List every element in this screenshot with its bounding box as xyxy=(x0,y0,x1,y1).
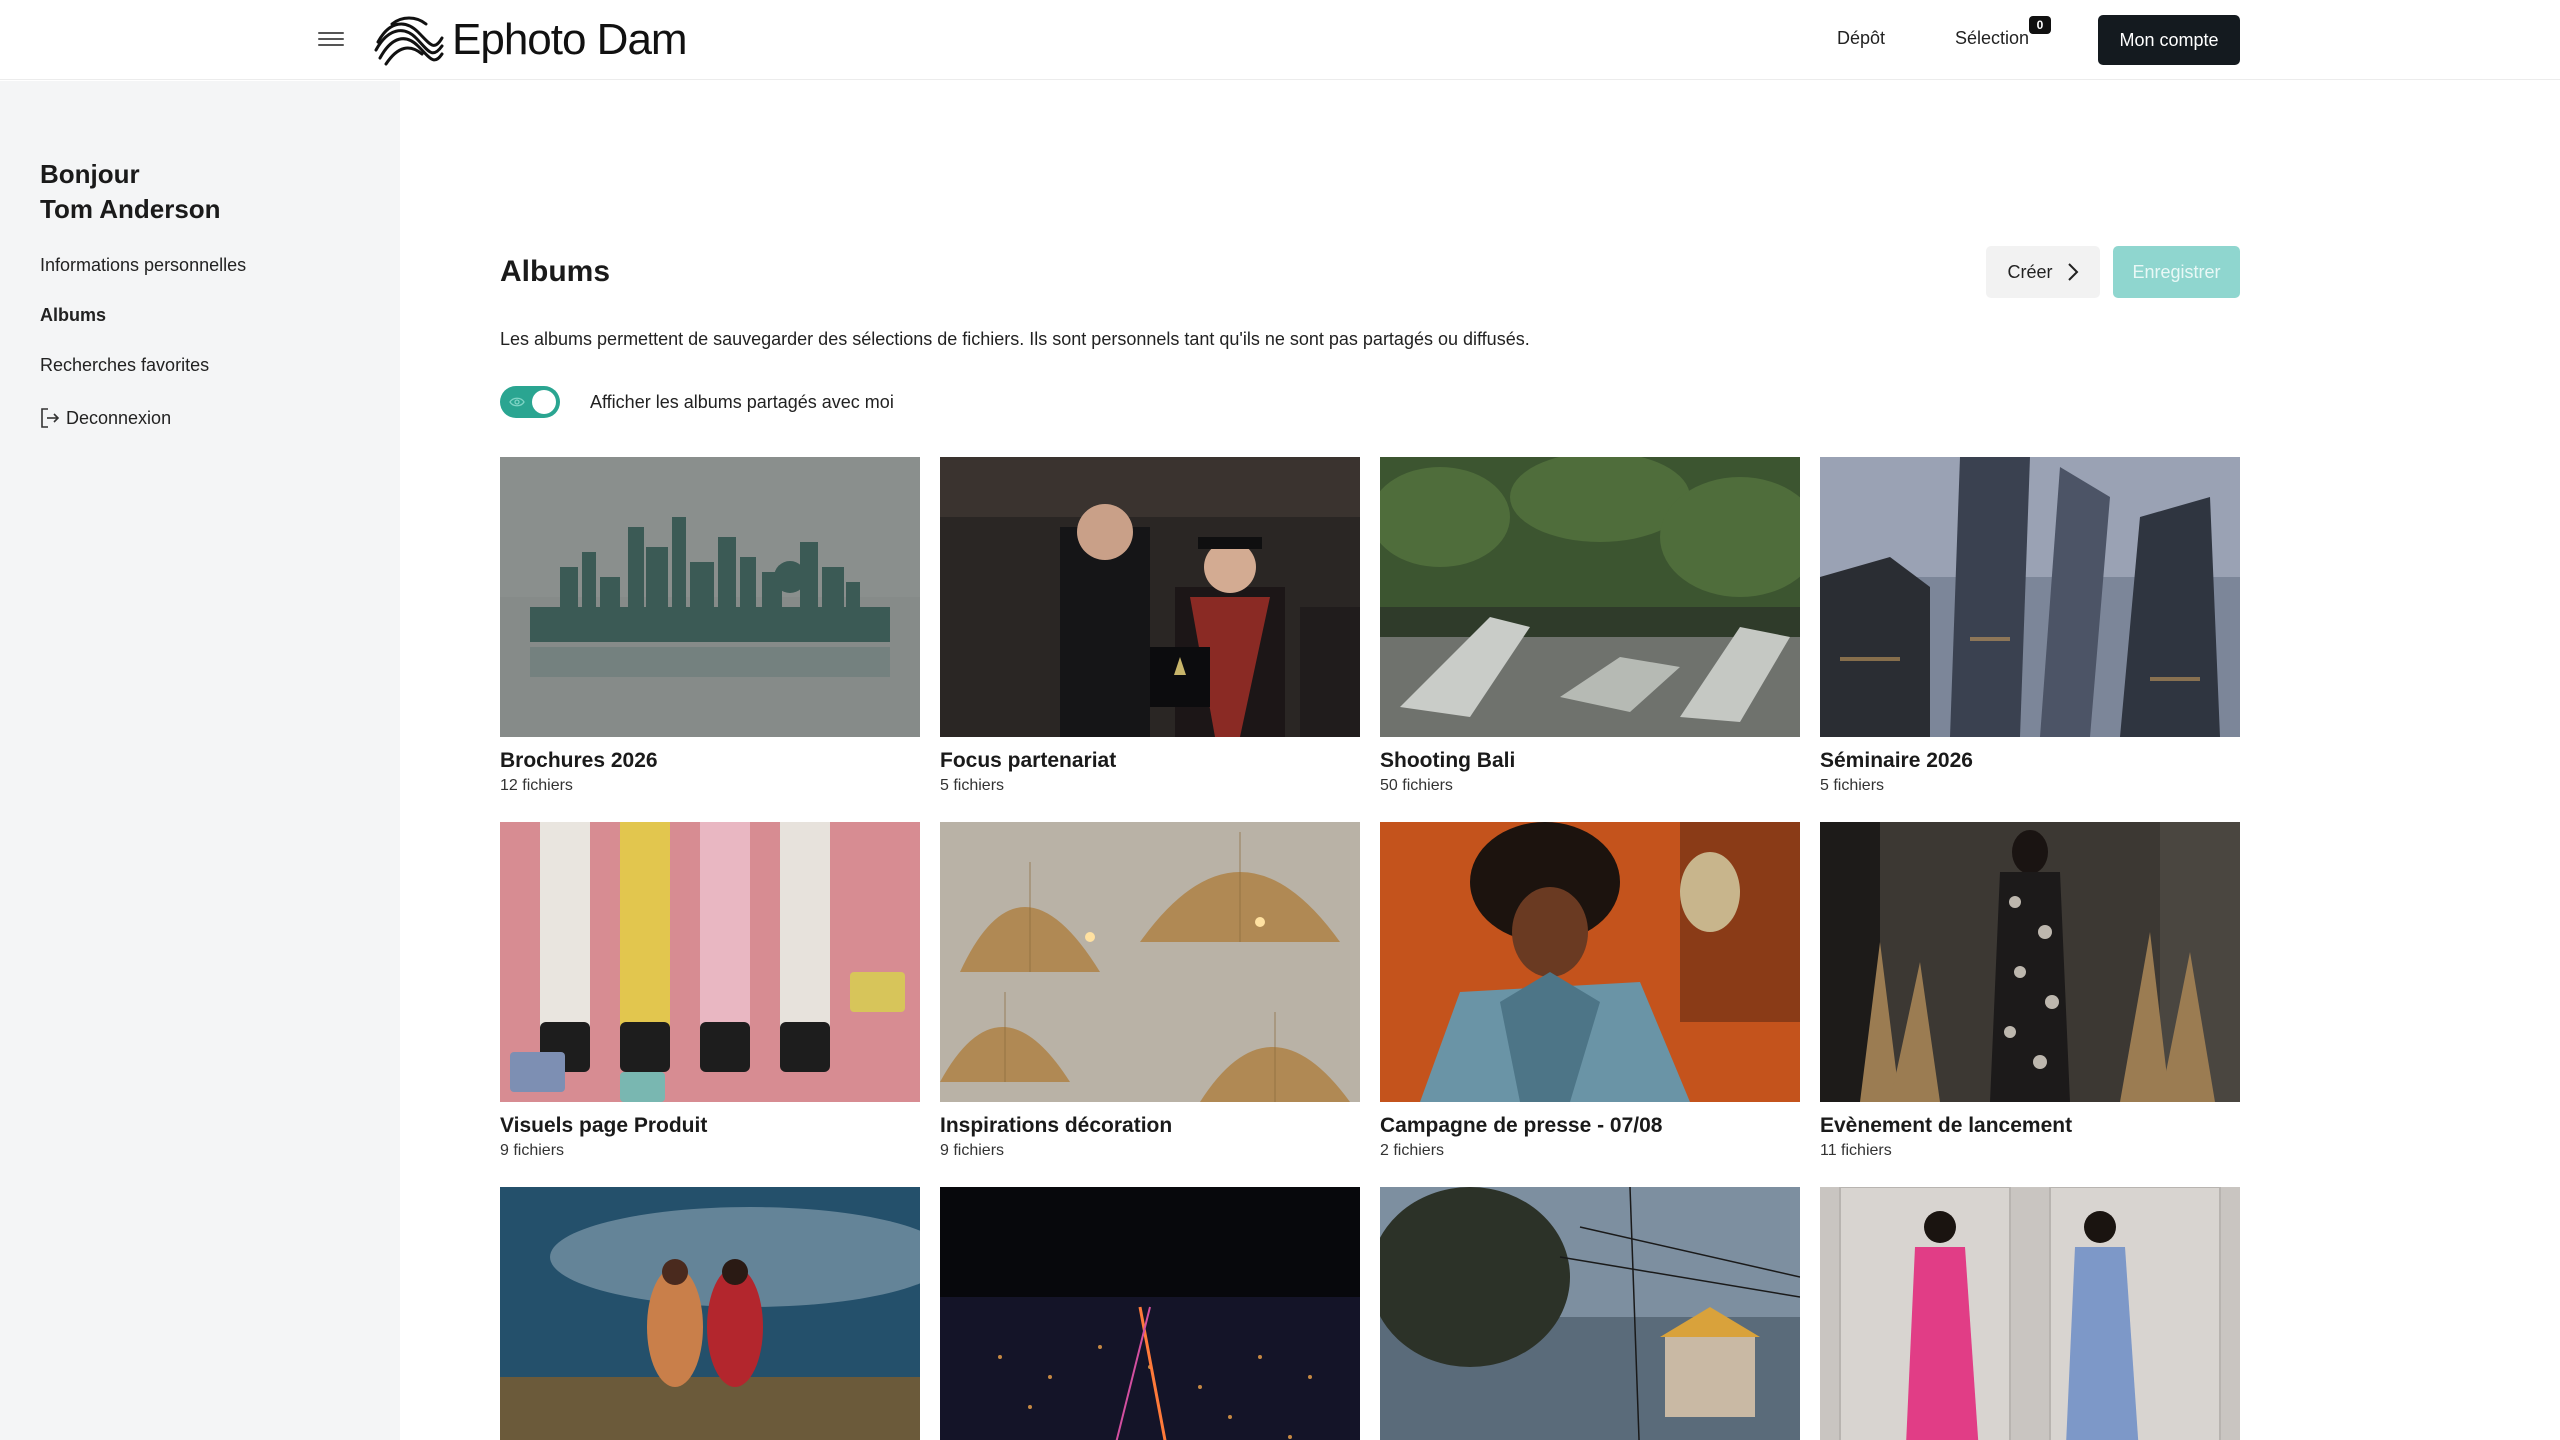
album-file-count: 12 fichiers xyxy=(500,777,573,794)
album-file-count: 5 fichiers xyxy=(1820,777,1885,794)
greeting-user-name: Tom Anderson xyxy=(40,194,221,224)
save-button[interactable]: Enregistrer xyxy=(2113,246,2240,298)
account-sidebar: Bonjour Tom Anderson Informations person… xyxy=(0,81,400,1440)
page-title: Albums xyxy=(500,255,611,288)
album-name: Brochures 2026 xyxy=(500,749,658,772)
shared-albums-toggle[interactable] xyxy=(500,386,560,418)
album-thumbnail xyxy=(500,457,920,737)
nav-depot[interactable]: Dépôt xyxy=(1837,28,1885,49)
logo-mark-icon xyxy=(374,16,444,66)
sidebar-item-albums[interactable]: Albums xyxy=(40,305,106,326)
album-name: Focus partenariat xyxy=(940,749,1117,772)
album-file-count: 2 fichiers xyxy=(1380,1142,1445,1159)
album-thumbnail xyxy=(1380,822,1800,1102)
shared-albums-toggle-label: Afficher les albums partagés avec moi xyxy=(590,392,894,412)
album-thumbnail xyxy=(1820,822,2240,1102)
album-file-count: 9 fichiers xyxy=(940,1142,1005,1159)
brand-name: Ephoto Dam xyxy=(452,15,688,64)
sidebar-item-logout[interactable]: Deconnexion xyxy=(40,407,171,429)
sidebar-item-personal-info[interactable]: Informations personnelles xyxy=(40,255,246,276)
album-card[interactable]: Evènement de lancement 11 fichiers xyxy=(1820,822,2240,1160)
album-card[interactable] xyxy=(1820,1187,2240,1440)
album-card[interactable] xyxy=(1380,1187,1800,1440)
eye-icon xyxy=(509,397,525,407)
greeting: Bonjour Tom Anderson xyxy=(40,157,221,227)
toggle-knob xyxy=(532,390,556,414)
album-card[interactable] xyxy=(940,1187,1360,1440)
account-button[interactable]: Mon compte xyxy=(2098,15,2240,65)
album-name: Séminaire 2026 xyxy=(1820,749,1973,772)
album-name: Shooting Bali xyxy=(1380,749,1516,772)
album-thumbnail xyxy=(940,457,1360,737)
album-thumbnail xyxy=(940,822,1360,1102)
album-card[interactable]: Visuels page Produit 9 fichiers xyxy=(500,822,920,1160)
album-name: Visuels page Produit xyxy=(500,1114,708,1137)
chevron-right-icon xyxy=(2067,263,2078,281)
nav-selection[interactable]: Sélection xyxy=(1955,28,2029,49)
sidebar-item-favorite-searches[interactable]: Recherches favorites xyxy=(40,355,209,376)
album-card[interactable]: Campagne de presse - 07/08 2 fichiers xyxy=(1380,822,1800,1160)
album-thumbnail xyxy=(500,1187,920,1440)
album-name: Evènement de lancement xyxy=(1820,1114,2073,1137)
album-card[interactable]: Brochures 2026 12 fichiers xyxy=(500,457,920,795)
album-card[interactable]: Inspirations décoration 9 fichiers xyxy=(940,822,1360,1160)
album-thumbnail xyxy=(500,822,920,1102)
album-card[interactable]: Focus partenariat 5 fichiers xyxy=(940,457,1360,795)
album-file-count: 9 fichiers xyxy=(500,1142,565,1159)
selection-count-badge: 0 xyxy=(2029,16,2051,34)
album-file-count: 5 fichiers xyxy=(940,777,1005,794)
album-name: Inspirations décoration xyxy=(940,1114,1173,1137)
album-card[interactable]: Séminaire 2026 5 fichiers xyxy=(1820,457,2240,795)
album-file-count: 50 fichiers xyxy=(1380,777,1453,794)
album-thumbnail xyxy=(1820,1187,2240,1440)
greeting-line-hello: Bonjour xyxy=(40,159,140,189)
top-header: Ephoto Dam Dépôt Sélection 0 Mon compte xyxy=(0,0,2560,80)
logout-icon xyxy=(41,408,60,428)
album-file-count: 11 fichiers xyxy=(1820,1142,1892,1159)
albums-description: Les albums permettent de sauvegarder des… xyxy=(500,329,1530,349)
brand-logo[interactable]: Ephoto Dam xyxy=(372,12,688,68)
menu-icon[interactable] xyxy=(318,28,344,52)
create-label: Créer xyxy=(2007,261,2053,282)
album-card[interactable] xyxy=(500,1187,920,1440)
album-name: Campagne de presse - 07/08 xyxy=(1380,1114,1663,1137)
album-thumbnail xyxy=(1820,457,2240,737)
album-thumbnail xyxy=(1380,457,1800,737)
album-card[interactable]: Shooting Bali 50 fichiers xyxy=(1380,457,1800,795)
create-album-button[interactable]: Créer xyxy=(1986,246,2100,298)
album-thumbnail xyxy=(1380,1187,1800,1440)
logout-label: Deconnexion xyxy=(66,407,172,428)
album-thumbnail xyxy=(940,1187,1360,1440)
